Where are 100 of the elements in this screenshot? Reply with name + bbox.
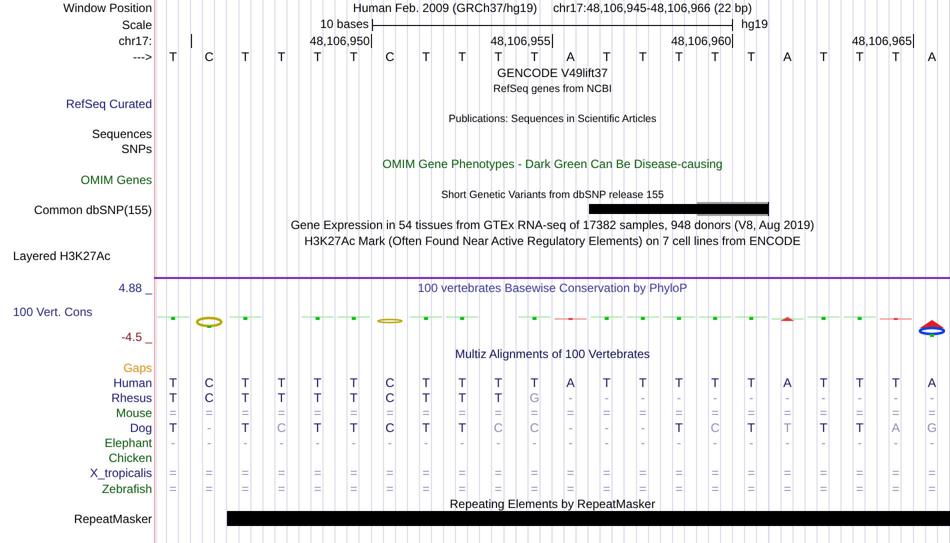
alignment-base: - (386, 436, 393, 450)
position-range: chr17:48,106,945-48,106,966 (22 bp) (553, 1, 752, 15)
track-label[interactable]: 100 Vert. Cons (0, 305, 92, 319)
alignment-base: = (782, 482, 792, 496)
alignment-base: - (856, 390, 863, 405)
alignment-base: = (854, 406, 864, 420)
alignment-base: - (567, 390, 574, 405)
track-label[interactable]: RefSeq Curated (66, 96, 152, 110)
alignment-base: - (567, 420, 574, 435)
alignment-base: T (457, 420, 467, 435)
track-label[interactable]: Layered H3K27Ac (13, 249, 110, 263)
track-label[interactable]: SNPs (121, 142, 152, 156)
alignment-base: = (566, 482, 576, 496)
alignment-base: - (820, 390, 827, 405)
base-letter: T (710, 50, 720, 64)
species-label[interactable]: Zebrafish (102, 482, 152, 496)
alignment-base: = (854, 466, 864, 480)
row-label: Scale (122, 18, 152, 32)
track-label[interactable]: OMIM Genes (80, 172, 152, 186)
alignment-base: C (204, 376, 215, 390)
alignment-base: = (276, 482, 286, 496)
base-letter: T (602, 50, 612, 64)
alignment-base: T (276, 390, 286, 405)
alignment-base: T (240, 420, 250, 435)
alignment-base: = (168, 466, 178, 480)
alignment-base: C (384, 390, 396, 405)
alignment-base: T (638, 376, 648, 390)
alignment-base: - (676, 436, 682, 450)
alignment-base: = (674, 406, 684, 420)
track-title: 100 vertebrates Basewise Conservation by PhyloP (418, 281, 688, 295)
base-letter: T (240, 50, 250, 64)
alignment-base: T (818, 420, 828, 435)
alignment-base: = (530, 466, 540, 480)
alignment-base: = (457, 482, 467, 496)
base-letter: T (168, 50, 178, 64)
species-label[interactable]: Mouse (116, 406, 152, 420)
alignment-base: C (204, 390, 215, 405)
alignment-base: - (459, 436, 466, 450)
alignment-base: C (528, 420, 540, 435)
species-label[interactable]: Rhesus (111, 390, 152, 405)
alignment-base: = (240, 482, 250, 496)
alignment-base: T (854, 420, 864, 435)
base-letter: T (312, 50, 322, 64)
alignment-base: = (421, 406, 431, 420)
alignment-base: - (278, 436, 285, 450)
species-label[interactable]: Elephant (104, 436, 152, 450)
species-label[interactable]: Human (113, 376, 152, 390)
base-letter: T (890, 50, 901, 64)
alignment-base: - (712, 390, 718, 405)
alignment-base: = (276, 466, 286, 480)
alignment-base: = (891, 482, 900, 496)
alignment-base: - (206, 420, 212, 435)
alignment-base: T (746, 420, 756, 435)
alignment-base: = (854, 482, 864, 496)
alignment-base: = (746, 406, 756, 420)
alignment-base: T (168, 376, 178, 390)
base-letter: T (457, 50, 467, 64)
base-letter: T (348, 50, 359, 64)
alignment-base: = (494, 466, 503, 480)
alignment-base: - (350, 436, 357, 450)
base-letter: A (565, 50, 576, 64)
alignment-base: T (421, 390, 431, 405)
track-label[interactable]: Sequences (92, 126, 152, 140)
variant-feature[interactable] (588, 202, 770, 216)
alignment-base: - (314, 436, 321, 450)
alignment-base: A (926, 376, 938, 390)
base-letter: T (818, 50, 828, 64)
alignment-base: = (494, 406, 503, 420)
alignment-base: A (782, 376, 793, 390)
alignment-base: = (349, 466, 358, 480)
alignment-base: - (640, 390, 646, 405)
species-label[interactable]: Dog (130, 420, 152, 435)
alignment-base: T (312, 376, 322, 390)
alignment-base: = (421, 466, 431, 480)
alignment-base: - (567, 436, 574, 450)
alignment-base: = (276, 406, 286, 420)
alignment-base: - (604, 436, 610, 450)
alignment-base: T (240, 376, 250, 390)
species-label[interactable]: X_tropicalis (90, 466, 152, 480)
alignment-base: T (493, 376, 504, 390)
alignment-base: - (712, 436, 718, 450)
base-letter: T (638, 50, 648, 64)
alignment-base: - (604, 390, 610, 405)
coordinate-tick-label: 48,106,955 (490, 34, 552, 48)
track-title: GENCODE V49lift37 (497, 66, 608, 80)
track-label[interactable]: Common dbSNP(155) (34, 202, 152, 216)
species-label[interactable]: Chicken (108, 451, 152, 466)
alignment-base: - (784, 390, 790, 405)
track-label[interactable]: RepeatMasker (74, 512, 152, 526)
alignment-base: = (602, 482, 612, 496)
alignment-base: = (638, 482, 648, 496)
alignment-base: = (710, 466, 720, 480)
alignment-base: T (710, 376, 720, 390)
base-letter: C (204, 50, 215, 64)
repeat-feature[interactable] (227, 511, 950, 526)
axis-max-label: 4.88 _ (118, 281, 152, 295)
alignment-base: = (782, 466, 792, 480)
alignment-base: = (312, 406, 322, 420)
alignment-base: T (818, 376, 828, 390)
alignment-base: - (422, 436, 430, 450)
